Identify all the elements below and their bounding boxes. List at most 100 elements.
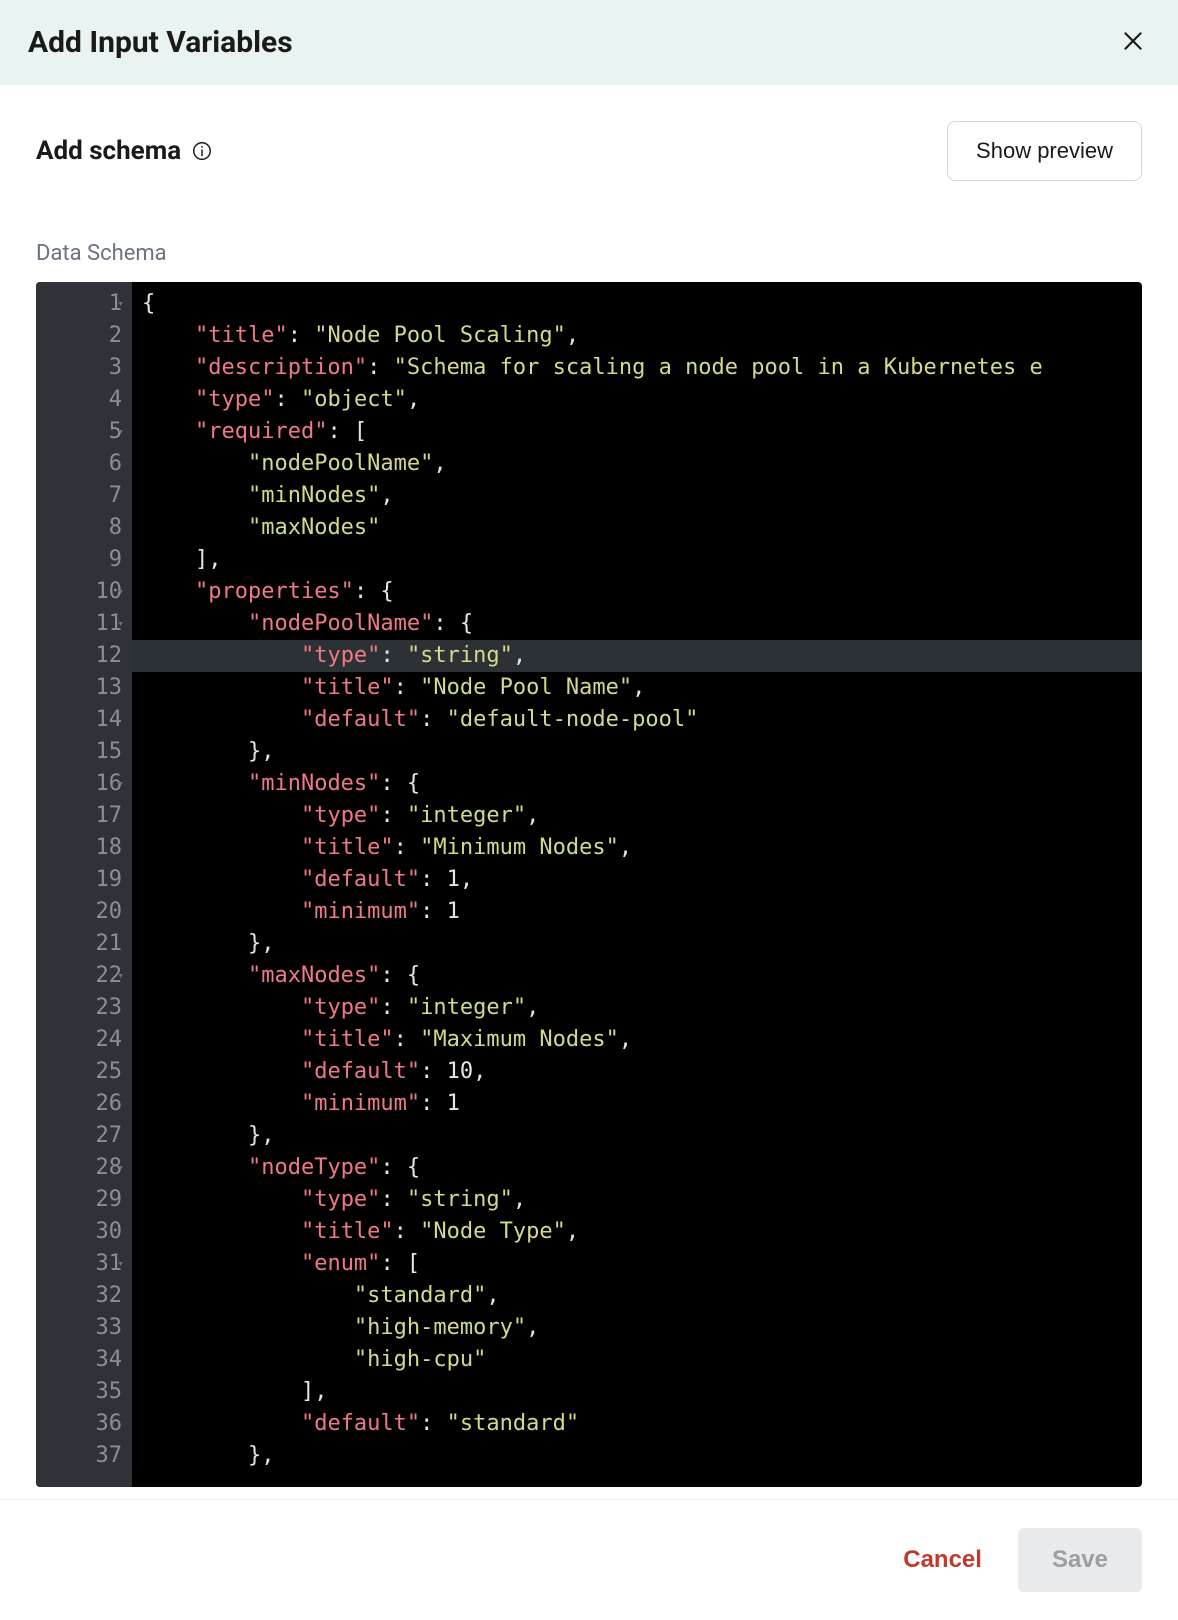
gutter-line: 34 [54,1344,122,1376]
fold-marker-icon[interactable]: ▾ [117,1248,124,1280]
gutter-line: 3 [54,352,122,384]
code-line[interactable]: ], [132,544,1142,576]
code-line[interactable]: }, [132,928,1142,960]
schema-editor[interactable]: 1▾2345▾678910▾11▾1213141516▾171819202122… [36,282,1142,1487]
gutter-line: 8 [54,512,122,544]
gutter-line: 19 [54,864,122,896]
gutter-line: 28▾ [54,1152,122,1184]
data-schema-label: Data Schema [36,241,1142,266]
code-line[interactable]: "maxNodes" [132,512,1142,544]
subheader-row: Add schema Show preview [36,121,1142,181]
gutter-line: 26 [54,1088,122,1120]
gutter-line: 2 [54,320,122,352]
gutter-line: 21 [54,928,122,960]
save-button[interactable]: Save [1018,1528,1142,1592]
code-line[interactable]: "nodeType": { [132,1152,1142,1184]
code-line[interactable]: "high-memory", [132,1312,1142,1344]
gutter-line: 32 [54,1280,122,1312]
gutter-line: 7 [54,480,122,512]
gutter-line: 5▾ [54,416,122,448]
code-line[interactable]: "high-cpu" [132,1344,1142,1376]
code-line[interactable]: "minimum": 1 [132,1088,1142,1120]
gutter-line: 6 [54,448,122,480]
close-button[interactable] [1116,24,1150,61]
cancel-button[interactable]: Cancel [893,1532,992,1588]
gutter-line: 20 [54,896,122,928]
show-preview-button[interactable]: Show preview [947,121,1142,181]
gutter-line: 12 [54,640,122,672]
gutter-line: 33 [54,1312,122,1344]
info-icon[interactable] [191,140,213,162]
fold-marker-icon[interactable]: ▾ [117,288,124,320]
subheader-left: Add schema [36,136,213,166]
fold-marker-icon[interactable]: ▾ [117,768,124,800]
add-input-variables-dialog: Add Input Variables Add schema [0,0,1178,1620]
gutter-line: 37 [54,1440,122,1472]
gutter-line: 22▾ [54,960,122,992]
gutter-line: 36 [54,1408,122,1440]
gutter-line: 31▾ [54,1248,122,1280]
code-line[interactable]: "properties": { [132,576,1142,608]
gutter-line: 27 [54,1120,122,1152]
code-line[interactable]: "default": 1, [132,864,1142,896]
gutter-line: 35 [54,1376,122,1408]
code-line[interactable]: "type": "string", [132,1184,1142,1216]
code-line[interactable]: }, [132,736,1142,768]
code-line[interactable]: "description": "Schema for scaling a nod… [132,352,1142,384]
gutter-line: 16▾ [54,768,122,800]
dialog-footer: Cancel Save [0,1499,1178,1620]
code-line[interactable]: "minNodes", [132,480,1142,512]
subheader-title: Add schema [36,136,181,166]
gutter-line: 18 [54,832,122,864]
dialog-title: Add Input Variables [28,25,293,60]
gutter-line: 10▾ [54,576,122,608]
gutter-line: 23 [54,992,122,1024]
code-line[interactable]: "default": 10, [132,1056,1142,1088]
gutter-line: 1▾ [54,288,122,320]
code-line[interactable]: { [132,288,1142,320]
code-line[interactable]: "title": "Node Pool Scaling", [132,320,1142,352]
dialog-header: Add Input Variables [0,0,1178,85]
fold-marker-icon[interactable]: ▾ [117,416,124,448]
gutter-line: 17 [54,800,122,832]
code-line[interactable]: "title": "Node Pool Name", [132,672,1142,704]
fold-marker-icon[interactable]: ▾ [117,576,124,608]
code-line[interactable]: "type": "integer", [132,992,1142,1024]
code-line[interactable]: "type": "integer", [132,800,1142,832]
code-line[interactable]: "default": "default-node-pool" [132,704,1142,736]
code-line[interactable]: "enum": [ [132,1248,1142,1280]
gutter-line: 30 [54,1216,122,1248]
code-line[interactable]: }, [132,1120,1142,1152]
gutter-line: 9 [54,544,122,576]
code-line[interactable]: "nodePoolName", [132,448,1142,480]
fold-marker-icon[interactable]: ▾ [117,608,124,640]
code-line[interactable]: "required": [ [132,416,1142,448]
code-line[interactable]: "title": "Minimum Nodes", [132,832,1142,864]
gutter-line: 14 [54,704,122,736]
dialog-body: Add schema Show preview Data Schema 1▾23… [0,85,1178,1499]
code-line[interactable]: "type": "string", [132,640,1142,672]
code-line[interactable]: "minimum": 1 [132,896,1142,928]
code-line[interactable]: "default": "standard" [132,1408,1142,1440]
code-line[interactable]: "title": "Node Type", [132,1216,1142,1248]
gutter-line: 11▾ [54,608,122,640]
code-line[interactable]: "type": "object", [132,384,1142,416]
gutter-line: 15 [54,736,122,768]
code-line[interactable]: "standard", [132,1280,1142,1312]
code-line[interactable]: }, [132,1440,1142,1472]
code-line[interactable]: "title": "Maximum Nodes", [132,1024,1142,1056]
code-line[interactable]: "nodePoolName": { [132,608,1142,640]
gutter-line: 24 [54,1024,122,1056]
gutter-line: 29 [54,1184,122,1216]
code-line[interactable]: "minNodes": { [132,768,1142,800]
fold-marker-icon[interactable]: ▾ [117,1152,124,1184]
gutter-line: 4 [54,384,122,416]
editor-gutter: 1▾2345▾678910▾11▾1213141516▾171819202122… [36,282,132,1487]
code-line[interactable]: "maxNodes": { [132,960,1142,992]
code-line[interactable]: ], [132,1376,1142,1408]
editor-code-area[interactable]: { "title": "Node Pool Scaling", "descrip… [132,282,1142,1487]
gutter-line: 25 [54,1056,122,1088]
close-icon [1120,28,1146,57]
fold-marker-icon[interactable]: ▾ [117,960,124,992]
gutter-line: 13 [54,672,122,704]
